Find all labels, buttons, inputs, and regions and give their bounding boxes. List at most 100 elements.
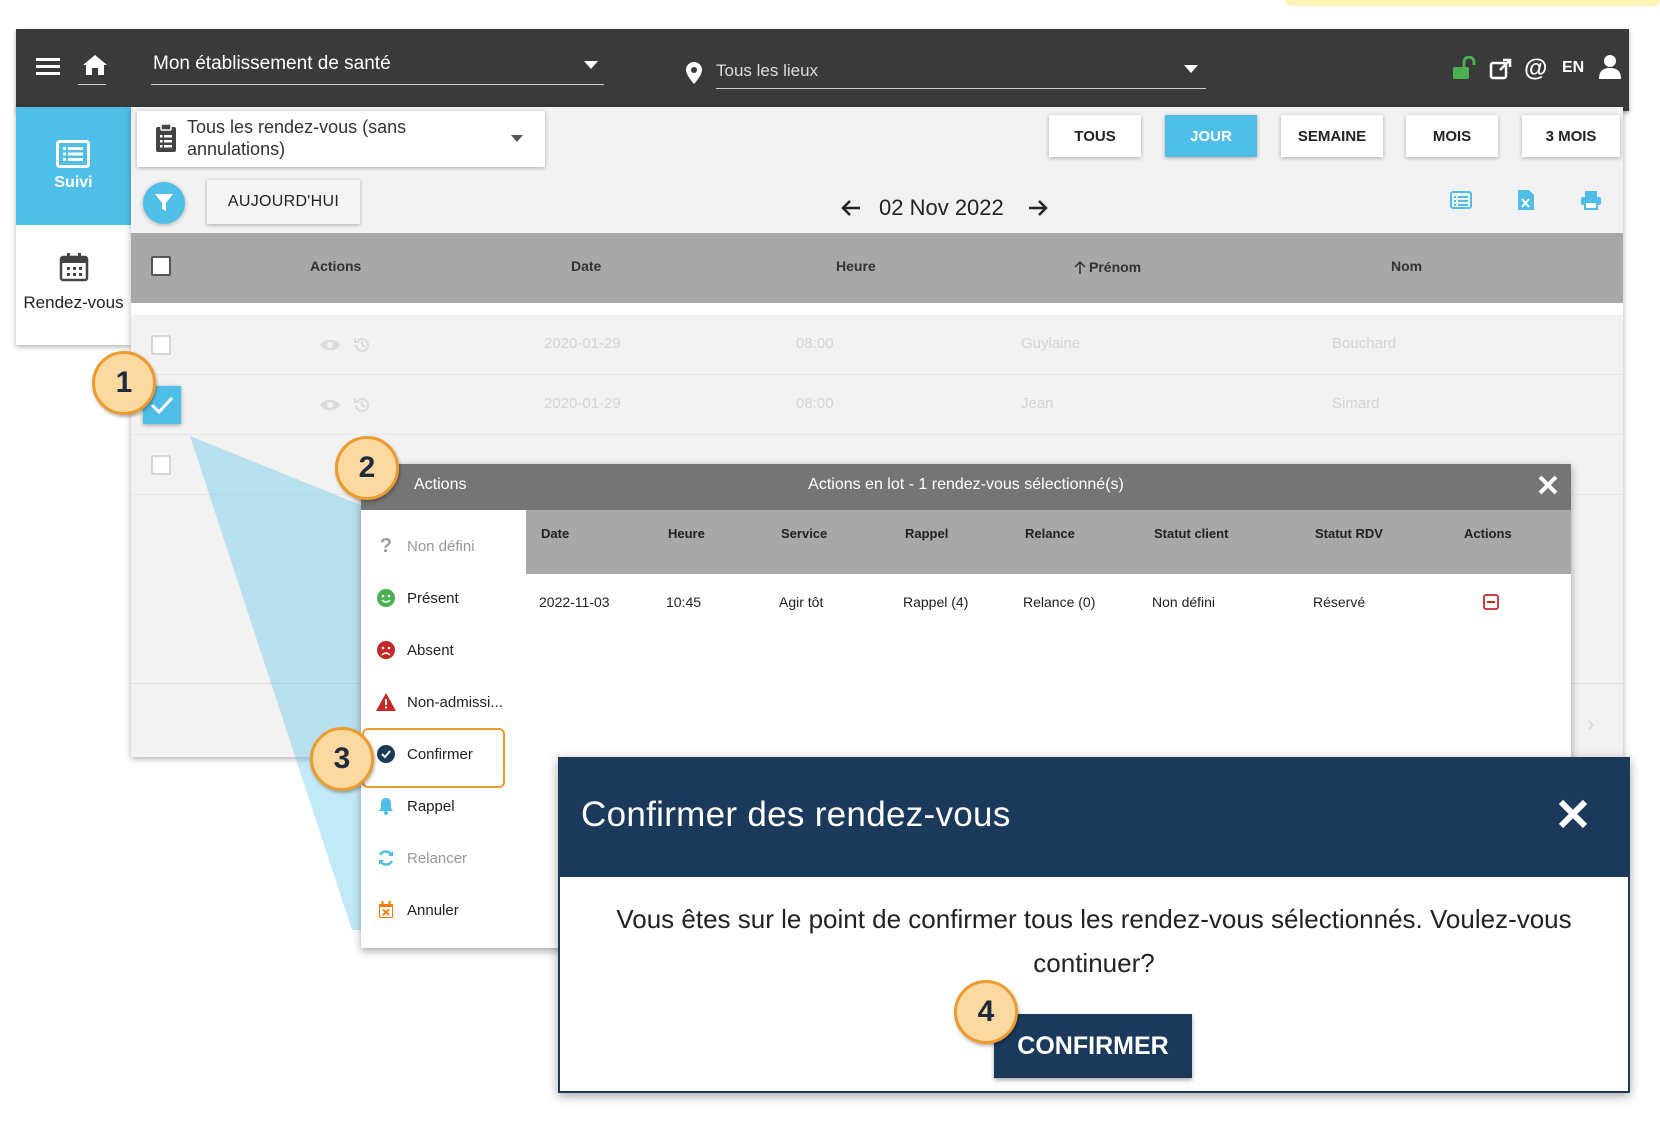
step-badge: 1 (92, 351, 156, 415)
confirm-dialog: Confirmer des rendez-vous Vous êtes sur … (558, 757, 1630, 1093)
column-header-nom[interactable]: Nom (1391, 258, 1422, 274)
history-icon[interactable] (353, 336, 371, 354)
batch-actions-header: Actions Actions en lot - 1 rendez-vous s… (361, 464, 1571, 510)
filter-button[interactable] (143, 182, 185, 224)
period-button-mois[interactable]: MOIS (1406, 115, 1498, 157)
step-badge: 4 (954, 980, 1018, 1044)
action-label: Rappel (407, 797, 455, 815)
warning-icon (375, 693, 397, 711)
user-icon[interactable] (1599, 55, 1621, 79)
history-icon[interactable] (353, 396, 371, 414)
funnel-icon (154, 193, 174, 213)
sidebar-item-label: Suivi (54, 174, 93, 191)
location-select[interactable]: Tous les lieux (716, 51, 1206, 89)
remove-row-icon[interactable] (1483, 594, 1499, 610)
language-toggle[interactable]: EN (1562, 59, 1584, 77)
confirm-dialog-message: Vous êtes sur le point de confirmer tous… (616, 904, 1572, 978)
current-date: 02 Nov 2022 (879, 195, 1004, 220)
period-button-semaine[interactable]: SEMAINE (1281, 115, 1383, 157)
checkmark-icon (150, 395, 174, 415)
confirm-button[interactable]: CONFIRMER (994, 1014, 1192, 1078)
bell-icon (375, 797, 397, 815)
appointment-filter-select[interactable]: Tous les rendez-vous (sans annulations) (137, 111, 545, 167)
refresh-icon (375, 849, 397, 867)
eye-icon[interactable] (319, 338, 341, 352)
sort-arrow-up-icon (1074, 260, 1086, 274)
close-icon[interactable] (1556, 797, 1590, 831)
action-label: Relancer (407, 849, 468, 867)
arrow-right-icon[interactable] (1028, 199, 1048, 217)
unlock-icon[interactable] (1452, 56, 1476, 80)
period-button-tous[interactable]: TOUS (1049, 115, 1141, 157)
at-icon[interactable]: @ (1524, 55, 1547, 83)
table-header: Actions Date Heure Prénom Nom (131, 233, 1623, 303)
frown-icon (375, 641, 397, 659)
excel-export-icon[interactable] (1517, 189, 1535, 211)
sidebar-item-rendez-vous[interactable]: Rendez-vous (16, 225, 131, 345)
confirm-dialog-header: Confirmer des rendez-vous (560, 759, 1628, 877)
column-header-heure[interactable]: Heure (836, 258, 876, 274)
home-icon[interactable] (82, 53, 108, 77)
action-non-admissible[interactable]: Non-admissi... (361, 676, 526, 728)
column-header-date[interactable]: Date (571, 258, 601, 274)
sidebar-item-label: Rendez-vous (23, 293, 124, 312)
period-button-jour[interactable]: JOUR (1165, 115, 1257, 157)
close-icon[interactable] (1537, 474, 1559, 496)
batch-table-header: Date Heure Service Rappel Relance Statut… (526, 510, 1571, 574)
chevron-down-icon (584, 61, 598, 69)
select-all-checkbox[interactable] (151, 256, 171, 276)
row-checkbox[interactable] (151, 455, 171, 475)
action-relancer[interactable]: Relancer (361, 832, 526, 884)
today-button[interactable]: AUJOURD'HUI (207, 180, 360, 224)
smile-icon (375, 589, 397, 607)
print-icon[interactable] (1580, 190, 1602, 210)
chevron-right-icon[interactable]: › (1587, 711, 1594, 737)
batch-column-heure: Heure (668, 526, 705, 541)
action-label: Absent (407, 641, 454, 659)
column-header-prenom[interactable]: Prénom (1089, 259, 1141, 275)
action-non-defini[interactable]: ? Non défini (361, 520, 526, 572)
external-link-icon[interactable] (1489, 57, 1513, 81)
table-row[interactable]: 2020-01-29 08:00 Jean Simard (131, 375, 1623, 435)
cell-first-name: Guylaine (1021, 335, 1081, 352)
home-underline (78, 84, 106, 85)
action-label: Non défini (407, 537, 475, 555)
cell-time: 08:00 (796, 335, 834, 352)
arrow-left-icon[interactable] (841, 199, 861, 217)
period-button-3-mois[interactable]: 3 MOIS (1522, 115, 1620, 157)
row-checkbox[interactable] (151, 335, 171, 355)
sidebar-item-suivi[interactable]: Suivi (16, 107, 131, 225)
menu-icon[interactable] (36, 57, 60, 77)
eye-icon[interactable] (319, 398, 341, 412)
cell-date: 2020-01-29 (544, 395, 621, 412)
filter-label: Tous les rendez-vous (sans annulations) (187, 117, 407, 159)
step-badge: 3 (310, 727, 374, 791)
confirmer-highlight (362, 728, 505, 788)
cell-last-name: Bouchard (1332, 335, 1397, 352)
list-icon (56, 140, 90, 168)
batch-column-statut-client: Statut client (1154, 526, 1229, 541)
cell-time: 08:00 (796, 395, 834, 412)
establishment-select[interactable]: Mon établissement de santé (151, 47, 604, 85)
batch-column-date: Date (541, 526, 570, 541)
confirm-dialog-title: Confirmer des rendez-vous (581, 795, 1011, 834)
calendar-x-icon (375, 901, 397, 919)
list-view-icon[interactable] (1450, 191, 1472, 209)
table-row[interactable]: 2020-01-29 08:00 Guylaine Bouchard (131, 315, 1623, 375)
establishment-label: Mon établissement de santé (153, 53, 391, 74)
batch-column-statut-rdv: Statut RDV (1315, 526, 1383, 541)
batch-cell-statut-client: Non défini (1152, 594, 1216, 610)
question-icon: ? (379, 534, 393, 557)
batch-column-service: Service (781, 526, 828, 541)
calendar-icon (59, 252, 89, 282)
column-header-actions: Actions (310, 258, 362, 274)
highlight-strip (1285, 0, 1660, 6)
batch-column-relance: Relance (1025, 526, 1075, 541)
action-annuler[interactable]: Annuler (361, 884, 526, 936)
action-present[interactable]: Présent (361, 572, 526, 624)
action-absent[interactable]: Absent (361, 624, 526, 676)
clipboard-icon (155, 123, 177, 153)
location-pin-icon (686, 62, 702, 84)
sidebar: Suivi Rendez-vous (16, 107, 131, 345)
cell-first-name: Jean (1021, 395, 1054, 412)
